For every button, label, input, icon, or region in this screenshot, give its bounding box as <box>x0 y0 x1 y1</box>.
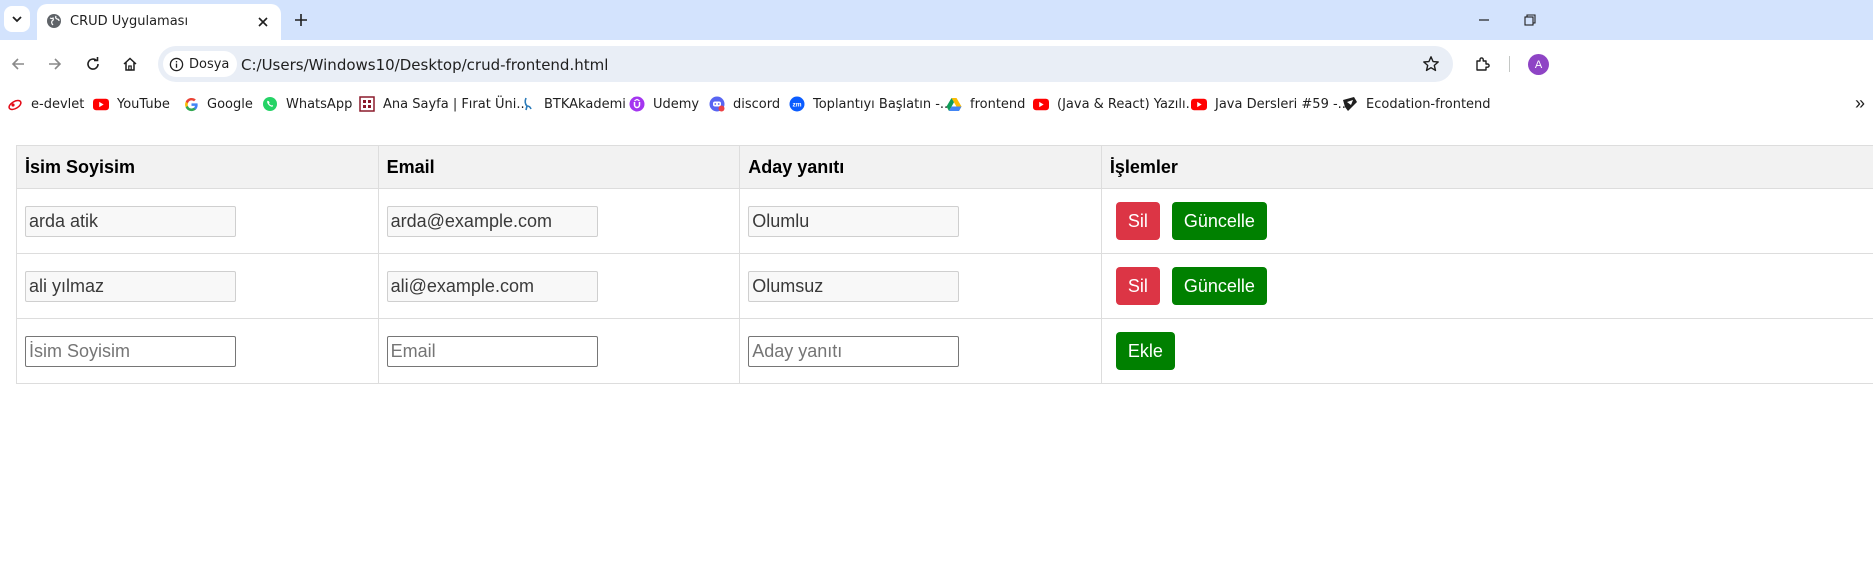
name-input[interactable] <box>25 270 236 302</box>
site-info-button[interactable]: Dosya <box>163 51 238 77</box>
back-button[interactable] <box>6 52 30 76</box>
bookmark-frontend[interactable]: frontend <box>946 94 1025 114</box>
browser-toolbar: Dosya C:/Users/Windows10/Desktop/crud-fr… <box>0 40 1873 88</box>
bookmark-ecodation[interactable]: Ecodation-frontend <box>1342 94 1491 114</box>
bookmark-label: Ana Sayfa | Fırat Üni... <box>383 96 529 112</box>
browser-tab[interactable]: CRUD Uygulaması <box>37 4 281 40</box>
bookmark-label: (Java & React) Yazılı... <box>1057 96 1198 112</box>
new-answer-input[interactable] <box>748 335 960 367</box>
discord-icon <box>709 96 725 112</box>
bookmark-discord[interactable]: discord <box>709 94 780 114</box>
tab-strip: CRUD Uygulaması <box>0 0 1873 40</box>
forward-button[interactable] <box>43 52 67 76</box>
btk-icon <box>520 96 536 112</box>
name-input[interactable] <box>25 205 236 237</box>
bookmark-label: WhatsApp <box>286 96 353 112</box>
answer-input[interactable] <box>748 205 960 237</box>
chevron-down-icon <box>12 16 22 23</box>
bookmark-label: Toplantıyı Başlatın -... <box>813 96 953 112</box>
address-bar[interactable]: Dosya C:/Users/Windows10/Desktop/crud-fr… <box>158 46 1453 82</box>
table-header-row: İsim Soyisim Email Aday yanıtı İşlemler <box>16 145 1873 189</box>
bookmark-label: BTKAkademi <box>544 96 626 112</box>
header-email: Email <box>377 145 741 189</box>
ecodation-icon <box>1342 96 1358 112</box>
table-row: Sil Güncelle <box>16 253 1873 319</box>
reload-icon <box>87 57 99 70</box>
bookmark-star-button[interactable] <box>1421 54 1441 74</box>
google-icon <box>183 96 199 112</box>
bookmark-firat[interactable]: Ana Sayfa | Fırat Üni... <box>359 94 529 114</box>
table-row: Sil Güncelle <box>16 188 1873 254</box>
youtube-icon <box>1191 96 1207 112</box>
email-input[interactable] <box>386 270 598 302</box>
bookmark-label: Udemy <box>653 96 700 112</box>
bookmark-udemy[interactable]: Udemy <box>629 94 699 114</box>
new-tab-button[interactable] <box>289 8 313 32</box>
delete-button[interactable]: Sil <box>1115 202 1160 240</box>
more-bookmarks-button[interactable]: » <box>1855 93 1865 114</box>
arrow-right-icon <box>49 58 62 70</box>
puzzle-icon <box>1476 57 1490 71</box>
bookmark-btk[interactable]: BTKAkademi <box>520 94 626 114</box>
whatsapp-icon <box>262 96 278 112</box>
firat-icon <box>359 96 375 112</box>
bookmark-label: Google <box>207 96 253 112</box>
tab-search-button[interactable] <box>4 6 30 32</box>
bookmark-zoom[interactable]: zm Toplantıyı Başlatın -... <box>789 94 952 114</box>
youtube-icon <box>93 96 109 112</box>
bookmark-label: Java Dersleri #59 -... <box>1215 96 1351 112</box>
tab-title: CRUD Uygulaması <box>70 14 189 29</box>
header-name: İsim Soyisim <box>16 145 379 189</box>
add-button[interactable]: Ekle <box>1115 332 1175 370</box>
bookmark-label: discord <box>733 96 781 112</box>
restore-button[interactable] <box>1516 8 1544 32</box>
e-devlet-icon <box>7 96 23 112</box>
home-button[interactable] <box>118 52 142 76</box>
crud-table: İsim Soyisim Email Aday yanıtı İşlemler … <box>16 145 1873 384</box>
home-icon <box>123 57 137 71</box>
plus-icon <box>295 14 307 26</box>
toolbar-divider <box>1509 56 1510 72</box>
udemy-icon <box>629 96 645 112</box>
star-icon <box>1423 56 1439 72</box>
extensions-button[interactable] <box>1471 52 1495 76</box>
bookmark-e-devlet[interactable]: e-devlet <box>7 94 84 114</box>
bookmark-label: Ecodation-frontend <box>1366 96 1491 112</box>
info-icon <box>169 57 184 71</box>
site-info-label: Dosya <box>189 56 230 72</box>
bookmark-label: e-devlet <box>31 96 85 112</box>
answer-input[interactable] <box>748 270 960 302</box>
bookmark-java-dersleri[interactable]: Java Dersleri #59 -... <box>1191 94 1350 114</box>
profile-avatar[interactable]: A <box>1528 54 1549 75</box>
bookmark-label: YouTube <box>117 96 170 112</box>
bookmark-label: frontend <box>970 96 1026 112</box>
restore-icon <box>1524 14 1536 26</box>
arrow-left-icon <box>11 58 24 70</box>
minimize-button[interactable] <box>1470 8 1498 32</box>
header-answer: Aday yanıtı <box>739 145 1102 189</box>
zoom-icon: zm <box>789 96 805 112</box>
new-email-input[interactable] <box>386 335 598 367</box>
new-name-input[interactable] <box>25 335 236 367</box>
youtube-icon <box>1033 96 1049 112</box>
update-button[interactable]: Güncelle <box>1171 267 1267 305</box>
new-entry-row: Ekle <box>16 318 1873 384</box>
email-input[interactable] <box>386 205 598 237</box>
delete-button[interactable]: Sil <box>1115 267 1160 305</box>
svg-text:zm: zm <box>792 102 801 109</box>
reload-button[interactable] <box>81 52 105 76</box>
bookmark-google[interactable]: Google <box>183 94 253 114</box>
url-text[interactable]: C:/Users/Windows10/Desktop/crud-frontend… <box>241 56 608 74</box>
bookmark-java-react[interactable]: (Java & React) Yazılı... <box>1033 94 1198 114</box>
tab-close-button[interactable] <box>253 12 273 32</box>
close-icon <box>258 17 268 27</box>
drive-icon <box>946 96 962 112</box>
minimize-icon <box>1479 19 1489 21</box>
header-actions: İşlemler <box>1100 145 1873 189</box>
globe-icon <box>47 14 61 28</box>
bookmark-youtube[interactable]: YouTube <box>93 94 170 114</box>
update-button[interactable]: Güncelle <box>1171 202 1267 240</box>
bookmarks-bar: e-devlet YouTube Google WhatsApp Ana Say… <box>0 88 1873 120</box>
bookmark-whatsapp[interactable]: WhatsApp <box>262 94 352 114</box>
